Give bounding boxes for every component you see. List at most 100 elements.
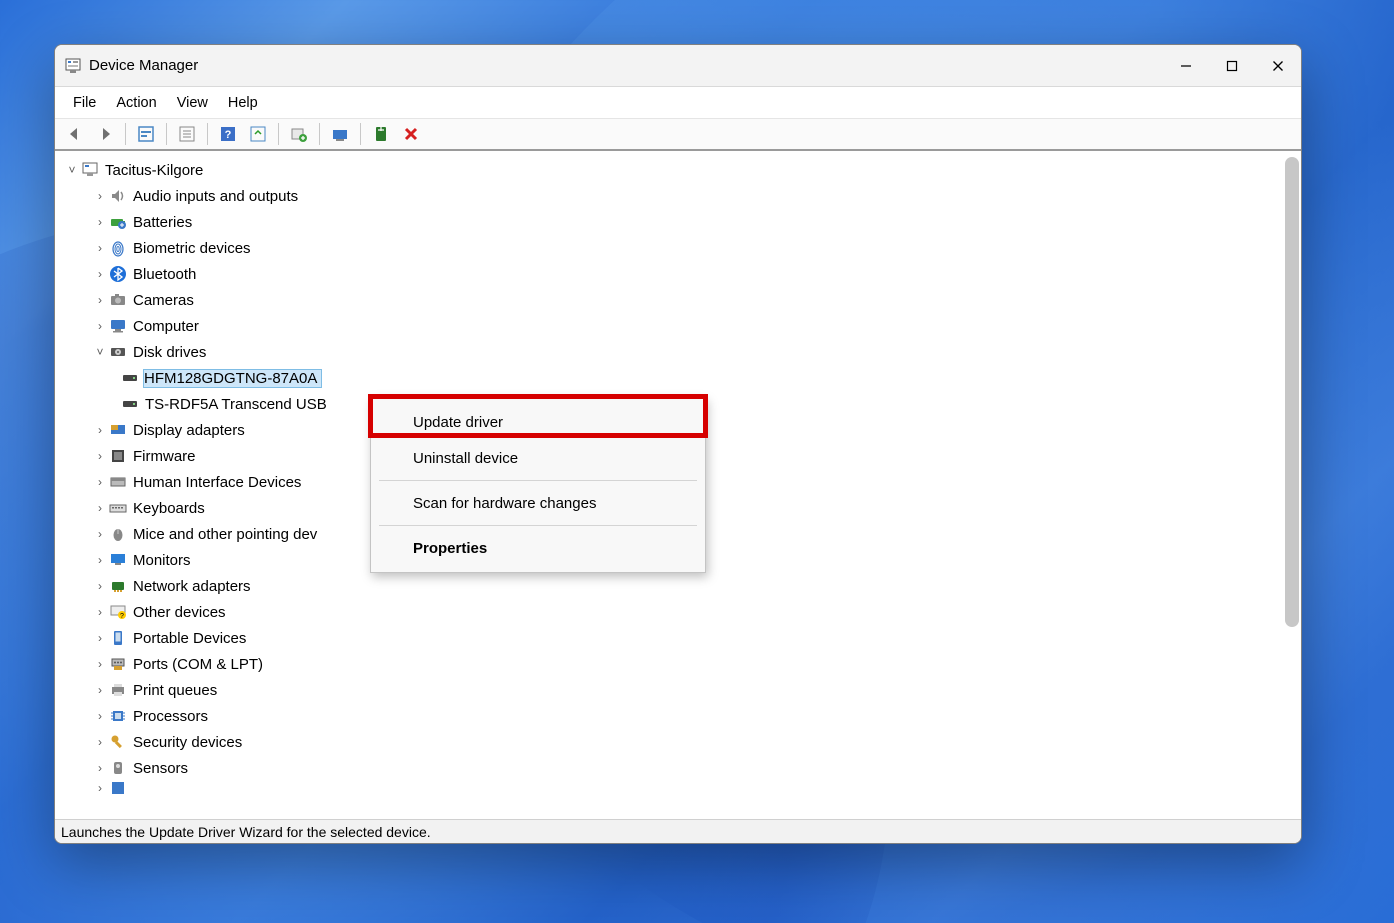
tree-label: Audio inputs and outputs (133, 188, 298, 205)
tree-category-network[interactable]: › Network adapters (55, 573, 1301, 599)
help-button[interactable]: ? (216, 122, 240, 146)
properties-button[interactable] (175, 122, 199, 146)
chevron-right-icon[interactable]: › (93, 527, 107, 541)
tree-root[interactable]: ˅ Tacitus-Kilgore (55, 157, 1301, 183)
port-icon (109, 655, 127, 673)
chevron-down-icon[interactable]: ˅ (93, 345, 107, 359)
chevron-right-icon[interactable]: › (93, 735, 107, 749)
context-properties[interactable]: Properties (371, 530, 705, 566)
chevron-right-icon[interactable]: › (93, 293, 107, 307)
tree-label: Disk drives (133, 344, 206, 361)
chevron-right-icon[interactable]: › (93, 319, 107, 333)
chevron-right-icon[interactable]: › (93, 657, 107, 671)
chevron-right-icon[interactable]: › (93, 215, 107, 229)
vertical-scrollbar[interactable] (1285, 157, 1299, 627)
tree-label: Biometric devices (133, 240, 251, 257)
battery-icon (109, 213, 127, 231)
disable-device-button[interactable] (399, 122, 423, 146)
menu-view[interactable]: View (167, 91, 218, 115)
monitor-icon (109, 551, 127, 569)
device-manager-window: Device Manager File Action View Help ? (54, 44, 1302, 844)
menu-action[interactable]: Action (106, 91, 166, 115)
tree-category-bluetooth[interactable]: ›Bluetooth (55, 261, 1301, 287)
chevron-right-icon[interactable]: › (93, 241, 107, 255)
tree-label: Sensors (133, 760, 188, 777)
menu-bar: File Action View Help (55, 87, 1301, 119)
chevron-right-icon[interactable]: › (93, 267, 107, 281)
context-scan-hardware[interactable]: Scan for hardware changes (371, 485, 705, 521)
chevron-right-icon[interactable]: › (93, 553, 107, 567)
context-menu: Update driver Uninstall device Scan for … (370, 397, 706, 573)
chevron-right-icon[interactable]: › (93, 449, 107, 463)
camera-icon (109, 291, 127, 309)
toolbar-separator (125, 123, 126, 145)
close-button[interactable] (1255, 45, 1301, 87)
chevron-right-icon[interactable]: › (93, 189, 107, 203)
tree-disk-item-selected[interactable]: HFM128GDGTNG-87A0A (55, 365, 1301, 391)
minimize-button[interactable] (1163, 45, 1209, 87)
svg-text:?: ? (225, 129, 232, 141)
scan-button[interactable] (246, 122, 270, 146)
chevron-right-icon[interactable]: › (93, 605, 107, 619)
tree-label: Batteries (133, 214, 192, 231)
sensor-icon (109, 759, 127, 777)
portable-device-icon (109, 629, 127, 647)
tree-category-other[interactable]: ›?Other devices (55, 599, 1301, 625)
maximize-button[interactable] (1209, 45, 1255, 87)
tree-category-portable[interactable]: › Portable Devices (55, 625, 1301, 651)
chevron-right-icon[interactable]: › (93, 709, 107, 723)
toolbar-separator (319, 123, 320, 145)
chevron-right-icon[interactable]: › (93, 781, 107, 795)
tree-category-disk-drives[interactable]: ˅ Disk drives (55, 339, 1301, 365)
menu-help[interactable]: Help (218, 91, 268, 115)
tree-category-print[interactable]: › Print queues (55, 677, 1301, 703)
tree-category-audio[interactable]: › Audio inputs and outputs (55, 183, 1301, 209)
chevron-right-icon[interactable]: › (93, 423, 107, 437)
generic-icon (109, 781, 127, 795)
processor-icon (109, 707, 127, 725)
chevron-right-icon[interactable]: › (93, 631, 107, 645)
tree-label: Mice and other pointing dev (133, 526, 317, 543)
audio-icon (109, 187, 127, 205)
tree-label: Monitors (133, 552, 191, 569)
tree-label: Processors (133, 708, 208, 725)
window-title: Device Manager (89, 57, 198, 74)
enable-device-button[interactable] (369, 122, 393, 146)
chevron-down-icon[interactable]: ˅ (65, 163, 79, 177)
back-button[interactable] (63, 122, 87, 146)
tree-category-ports[interactable]: › Ports (COM & LPT) (55, 651, 1301, 677)
uninstall-button[interactable] (328, 122, 352, 146)
tree-category-sensors[interactable]: › Sensors (55, 755, 1301, 781)
tree-label: Ports (COM & LPT) (133, 656, 263, 673)
show-hidden-button[interactable] (134, 122, 158, 146)
tree-label: HFM128GDGTNG-87A0A (143, 369, 322, 388)
chevron-right-icon[interactable]: › (93, 501, 107, 515)
titlebar: Device Manager (55, 45, 1301, 87)
chevron-right-icon[interactable]: › (93, 683, 107, 697)
toolbar: ? (55, 119, 1301, 151)
tree-label: Human Interface Devices (133, 474, 301, 491)
context-uninstall-device[interactable]: Uninstall device (371, 440, 705, 476)
tree-label: Network adapters (133, 578, 251, 595)
firmware-icon (109, 447, 127, 465)
tree-category-security[interactable]: ›Security devices (55, 729, 1301, 755)
chevron-right-icon[interactable]: › (93, 579, 107, 593)
tree-category-computer[interactable]: ›Computer (55, 313, 1301, 339)
status-text: Launches the Update Driver Wizard for th… (61, 824, 431, 840)
menu-file[interactable]: File (63, 91, 106, 115)
tree-label: Portable Devices (133, 630, 246, 647)
tree-label: Print queues (133, 682, 217, 699)
tree-category-batteries[interactable]: › Batteries (55, 209, 1301, 235)
tree-category-partial[interactable]: › (55, 781, 1301, 795)
tree-category-biometric[interactable]: › Biometric devices (55, 235, 1301, 261)
disk-drive-icon (121, 369, 139, 387)
update-driver-button[interactable] (287, 122, 311, 146)
tree-category-cameras[interactable]: ›Cameras (55, 287, 1301, 313)
chevron-right-icon[interactable]: › (93, 475, 107, 489)
computer-root-icon (81, 161, 99, 179)
app-icon (65, 58, 81, 74)
forward-button[interactable] (93, 122, 117, 146)
context-update-driver[interactable]: Update driver (371, 404, 705, 440)
chevron-right-icon[interactable]: › (93, 761, 107, 775)
tree-category-processors[interactable]: › Processors (55, 703, 1301, 729)
